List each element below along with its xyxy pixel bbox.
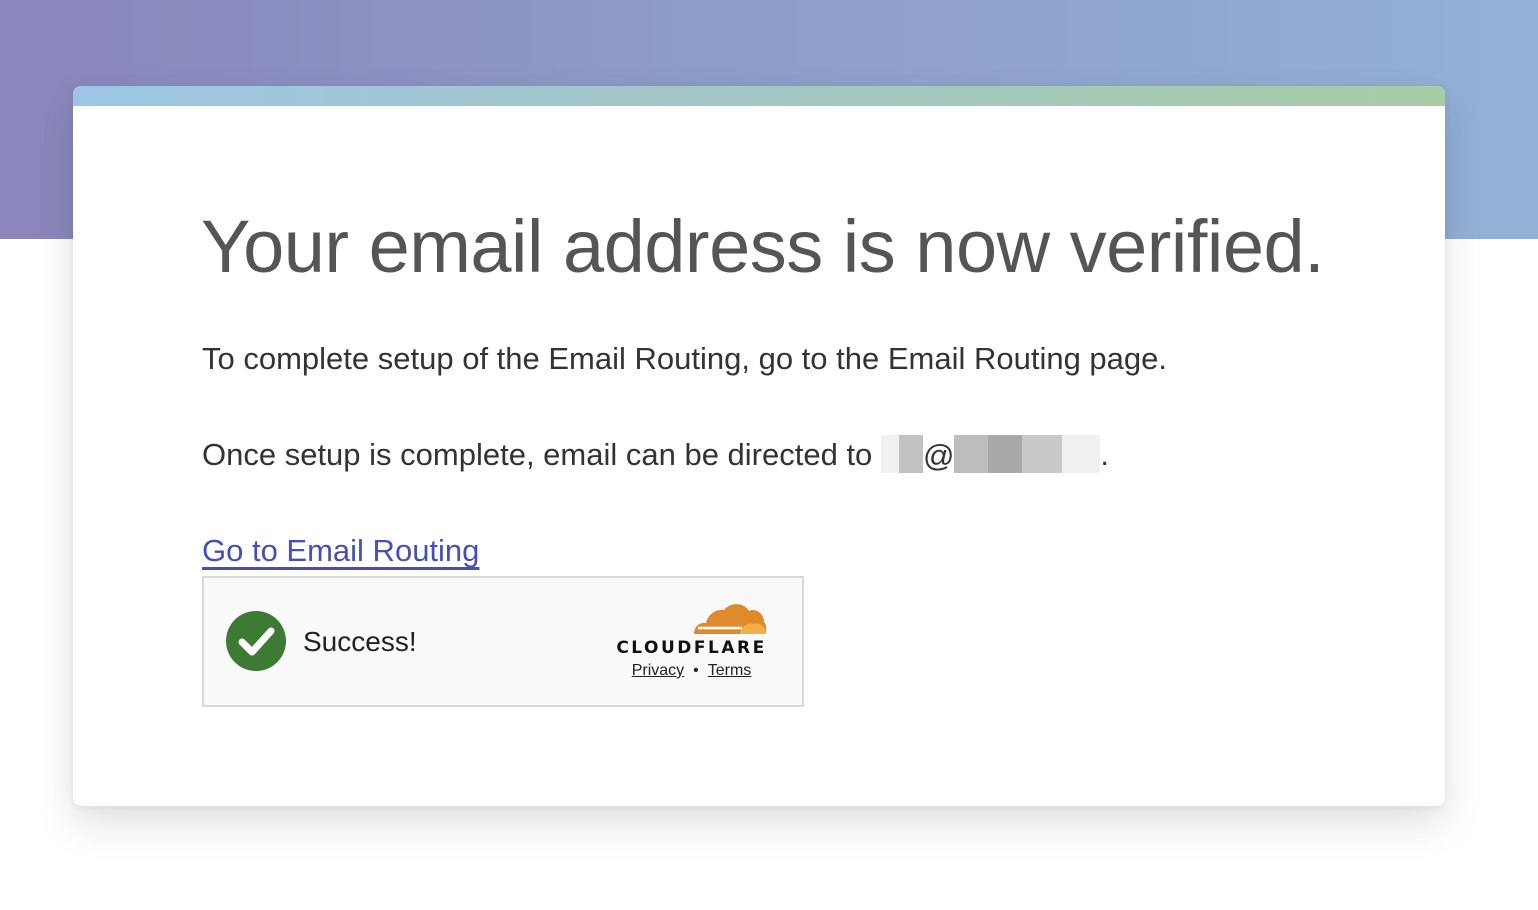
captcha-status: Success! bbox=[303, 626, 417, 657]
cloudflare-wordmark: CLOUDFLARE bbox=[616, 638, 767, 658]
link-separator: • bbox=[693, 662, 699, 679]
verification-card: Your email address is now verified. To c… bbox=[73, 86, 1445, 806]
directed-prefix: Once setup is complete, email can be dir… bbox=[202, 437, 873, 472]
cloudflare-logo: CLOUDFLARE bbox=[614, 600, 769, 662]
setup-instructions: To complete setup of the Email Routing, … bbox=[202, 341, 1168, 376]
privacy-link[interactable]: Privacy bbox=[632, 662, 684, 679]
email-at-sign: @ bbox=[922, 437, 955, 473]
directed-to-text: Once setup is complete, email can be dir… bbox=[202, 434, 1110, 476]
captcha-footer-links: Privacy • Terms bbox=[624, 662, 759, 680]
card-accent-bar bbox=[73, 86, 1445, 106]
terms-link[interactable]: Terms bbox=[708, 662, 752, 679]
trailing-period: . bbox=[1100, 437, 1110, 472]
go-to-email-routing-link[interactable]: Go to Email Routing bbox=[202, 533, 479, 569]
captcha-widget: Success! CLOUDFLARE Privacy • Terms bbox=[202, 576, 804, 707]
cloudflare-cloud-icon bbox=[694, 604, 767, 634]
page-title: Your email address is now verified. bbox=[201, 205, 1325, 288]
check-circle-icon bbox=[226, 611, 286, 671]
redacted-email-address: @ bbox=[880, 434, 1101, 473]
